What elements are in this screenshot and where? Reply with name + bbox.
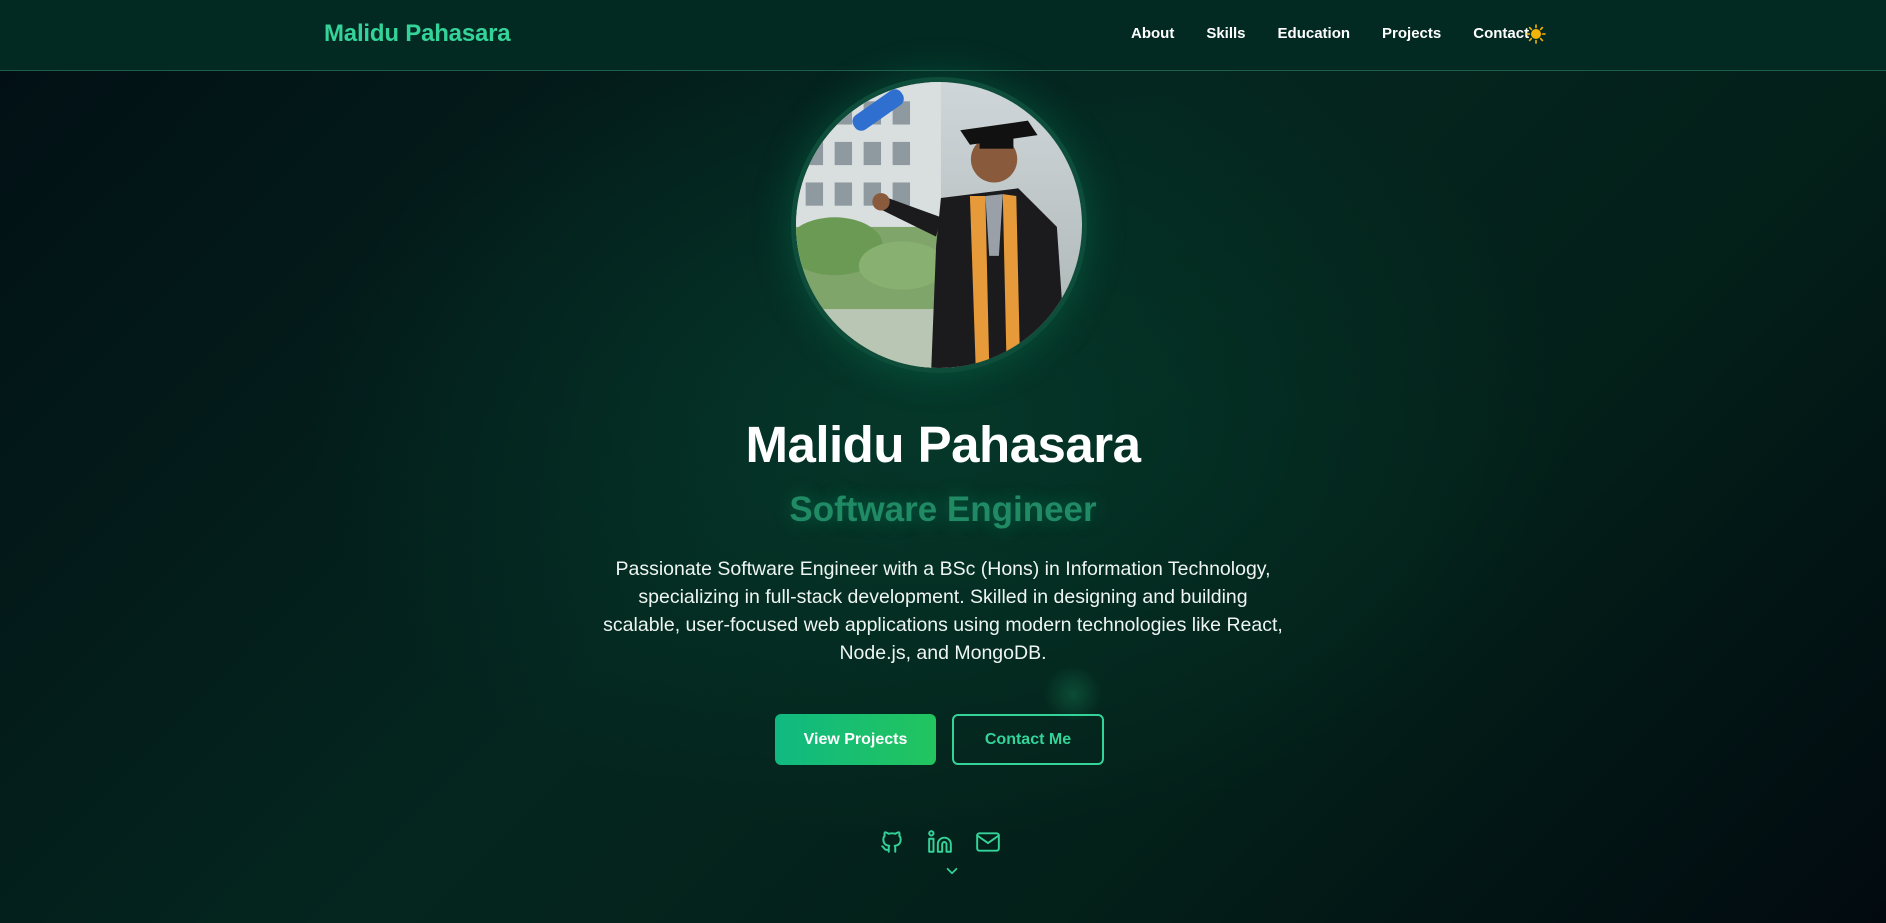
contact-me-button[interactable]: Contact Me xyxy=(952,714,1104,765)
sun-icon xyxy=(1526,24,1546,44)
nav-link-skills[interactable]: Skills xyxy=(1206,25,1245,42)
github-link[interactable] xyxy=(879,829,905,855)
nav-link-contact[interactable]: Contact xyxy=(1473,25,1529,42)
linkedin-link[interactable] xyxy=(927,829,953,855)
hero-name: Malidu Pahasara xyxy=(745,416,1142,473)
nav-link-about[interactable]: About xyxy=(1131,25,1174,42)
scroll-down-button[interactable] xyxy=(942,862,962,880)
nav-link-projects[interactable]: Projects xyxy=(1382,25,1441,42)
graduation-photo xyxy=(796,82,1082,368)
nav-link-education[interactable]: Education xyxy=(1278,25,1351,42)
theme-toggle-button[interactable] xyxy=(1526,24,1546,44)
email-link[interactable] xyxy=(975,829,1001,855)
brand-logo[interactable]: Malidu Pahasara xyxy=(324,20,511,48)
decorative-glow xyxy=(1040,668,1106,720)
profile-photo xyxy=(791,77,1087,373)
navbar: Malidu Pahasara About Skills Education P… xyxy=(0,0,1886,71)
linkedin-icon xyxy=(928,830,952,853)
view-projects-button[interactable]: View Projects xyxy=(775,714,936,765)
github-icon xyxy=(881,831,902,853)
mail-icon xyxy=(976,832,1000,852)
chevron-down-icon xyxy=(946,867,958,875)
hero-role: Software Engineer xyxy=(789,490,1097,529)
hero-description: Passionate Software Engineer with a BSc … xyxy=(603,558,1283,664)
nav-links: About Skills Education Projects Contact xyxy=(1131,25,1561,42)
